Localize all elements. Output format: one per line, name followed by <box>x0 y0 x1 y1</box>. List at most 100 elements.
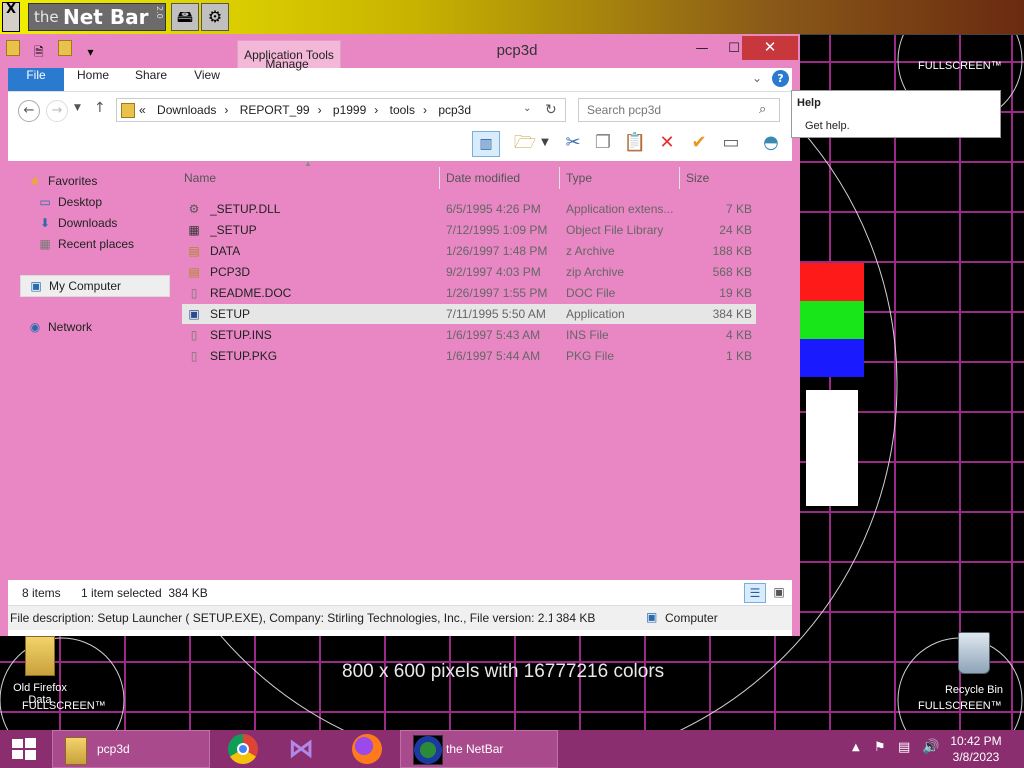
downloads-icon: ⬇ <box>39 216 51 230</box>
refresh-icon[interactable]: ↻ <box>545 101 557 118</box>
close-button[interactable]: ✕ <box>742 36 798 60</box>
dll-file-icon: ⚙ <box>188 202 200 216</box>
recent-locations-chevron-icon[interactable]: ▼ <box>74 103 81 113</box>
breadcrumb: « Downloads › REPORT_99 › p1999 › tools › pc… <box>139 103 479 117</box>
large-icons-view-icon[interactable]: ▣ <box>770 583 788 601</box>
breadcrumb-item[interactable]: pcp3d <box>438 103 471 117</box>
file-row[interactable]: ▯ README.DOC 1/26/1997 1:55 PM DOC File … <box>182 283 756 303</box>
preview-pane-icon[interactable]: ▥ <box>472 131 500 157</box>
file-row[interactable]: ▤ PCP3D 9/2/1997 4:03 PM zip Archive 568… <box>182 262 756 282</box>
nav-item-my-computer[interactable]: ▣ My Computer <box>20 275 170 297</box>
column-header-name[interactable]: Name <box>178 167 440 189</box>
taskbar-firefox[interactable] <box>344 730 390 768</box>
windows-logo-icon <box>12 738 36 760</box>
tab-home[interactable]: Home <box>70 68 116 91</box>
resolution-label: 800 x 600 pixels with 16777216 colors <box>342 661 665 682</box>
taskbar-netbar-label: the NetBar <box>446 742 504 756</box>
column-header-type[interactable]: Type <box>560 167 680 189</box>
taskbar-visual-studio[interactable]: ⋈ <box>280 730 326 768</box>
flag-icon[interactable]: ⚑ <box>874 740 886 755</box>
breadcrumb-separator-icon: › <box>317 103 322 117</box>
archive-file-icon: ▤ <box>188 244 200 258</box>
title-bar[interactable]: 🗎 ▾ pcp3d — ☐ ✕ <box>0 34 800 66</box>
tab-file[interactable]: File <box>8 68 64 91</box>
netbar-globe-icon <box>413 735 443 765</box>
start-button[interactable] <box>0 730 48 768</box>
netbar-logo-the: the <box>34 8 59 26</box>
properties-icon[interactable]: 🗁 <box>512 131 538 155</box>
netbar-close-button[interactable]: X <box>2 2 20 32</box>
breadcrumb-item[interactable]: p1999 <box>333 103 366 117</box>
file-type: Application extens... <box>566 202 674 216</box>
drive-icon: 🖴 <box>176 7 194 26</box>
search-input[interactable]: Search pcp3d ⌕ <box>578 98 780 122</box>
delete-icon[interactable]: ✕ <box>654 131 680 155</box>
cut-icon[interactable]: ✂ <box>560 131 586 155</box>
details-size: 384 KB <box>556 611 596 625</box>
nav-label: Downloads <box>58 216 118 230</box>
recent-places-icon: ▦ <box>39 237 51 251</box>
nav-item-downloads[interactable]: ⬇ Downloads <box>36 213 117 233</box>
taskbar-netbar[interactable]: the NetBar <box>400 730 558 768</box>
netbar-tools-button[interactable]: ⚙ <box>201 3 229 31</box>
tab-view[interactable]: View <box>184 68 230 91</box>
file-name: SETUP.INS <box>210 328 272 342</box>
breadcrumb-item[interactable]: REPORT_99 <box>240 103 310 117</box>
copy-icon[interactable]: ❐ <box>590 131 616 155</box>
clock-date: 3/8/2023 <box>952 750 1000 764</box>
properties-dropdown-icon[interactable]: ▼ <box>538 131 552 155</box>
file-row[interactable]: ▦ _SETUP 7/12/1995 1:09 PM Object File L… <box>182 220 756 240</box>
nav-item-favorites[interactable]: ★ Favorites <box>26 171 98 191</box>
nav-item-network[interactable]: ◉ Network <box>26 317 92 337</box>
recycle-bin-icon <box>958 632 990 674</box>
taskbar-explorer[interactable]: pcp3d <box>52 730 210 768</box>
desktop-icon-recycle-bin[interactable]: Recycle Bin <box>938 632 1010 698</box>
column-header-date[interactable]: Date modified <box>440 167 560 189</box>
file-name: SETUP <box>210 307 251 321</box>
netbar-logo-text: Net Bar <box>63 5 149 29</box>
file-name: README.DOC <box>210 286 292 300</box>
check-icon[interactable]: ✔ <box>686 131 712 155</box>
network-tray-icon[interactable]: ▤ <box>898 740 910 755</box>
taskbar-chrome[interactable] <box>220 730 266 768</box>
file-row[interactable]: ▯ SETUP.INS 1/6/1997 5:43 AM INS File 4 … <box>182 325 756 345</box>
file-row[interactable]: ▤ DATA 1/26/1997 1:48 PM z Archive 188 K… <box>182 241 756 261</box>
globe-icon[interactable]: ◓ <box>758 131 784 155</box>
help-icon[interactable]: ? <box>772 70 789 87</box>
file-row[interactable]: ⚙ _SETUP.DLL 6/5/1995 4:26 PM Applicatio… <box>182 199 756 219</box>
taskbar-explorer-label: pcp3d <box>97 742 130 756</box>
tab-manage[interactable]: Manage <box>254 57 320 80</box>
file-name: PCP3D <box>210 265 251 279</box>
address-dropdown-icon[interactable]: ⌄ <box>523 103 531 114</box>
nav-item-desktop[interactable]: ▭ Desktop <box>36 192 102 212</box>
details-view-icon[interactable]: ☰ <box>744 583 766 603</box>
search-icon[interactable]: ⌕ <box>759 101 766 117</box>
file-type: zip Archive <box>566 265 625 279</box>
breadcrumb-item[interactable]: tools <box>390 103 415 117</box>
netbar: X the Net Bar 2.0 🖴 ⚙ <box>0 0 1024 35</box>
column-header-size[interactable]: Size <box>680 167 756 189</box>
file-type: Application <box>566 307 625 321</box>
tray-chevron-up-icon[interactable]: ▲ <box>852 742 860 753</box>
nav-label: Recent places <box>58 237 135 251</box>
minimize-button[interactable]: — <box>688 38 716 60</box>
desktop-icon-old-firefox-data[interactable]: Old Firefox Data <box>6 636 74 706</box>
back-button[interactable]: ← <box>18 100 40 122</box>
folder-icon <box>25 636 55 676</box>
file-row-selected[interactable]: ▣ SETUP 7/11/1995 5:50 AM Application 38… <box>182 304 756 324</box>
up-button[interactable]: ↑ <box>94 100 106 116</box>
netbar-drive-button[interactable]: 🖴 <box>171 3 199 31</box>
address-bar[interactable]: « Downloads › REPORT_99 › p1999 › tools › pc… <box>116 98 566 122</box>
ribbon-expand-icon[interactable]: ⌄ <box>752 71 762 85</box>
clock[interactable]: 10:42 PM 3/8/2023 <box>936 733 1016 765</box>
desktop-icon: ▭ <box>39 195 51 209</box>
tab-share[interactable]: Share <box>128 68 174 91</box>
breadcrumb-item[interactable]: Downloads <box>157 103 216 117</box>
nav-item-recent-places[interactable]: ▦ Recent places <box>36 234 134 254</box>
file-row[interactable]: ▯ SETUP.PKG 1/6/1997 5:44 AM PKG File 1 … <box>182 346 756 366</box>
network-icon: ◉ <box>29 320 41 334</box>
forward-button[interactable]: → <box>46 100 68 122</box>
paste-icon[interactable]: 📋 <box>622 131 648 155</box>
file-type: INS File <box>566 328 609 342</box>
rename-icon[interactable]: ▭ <box>718 131 744 155</box>
